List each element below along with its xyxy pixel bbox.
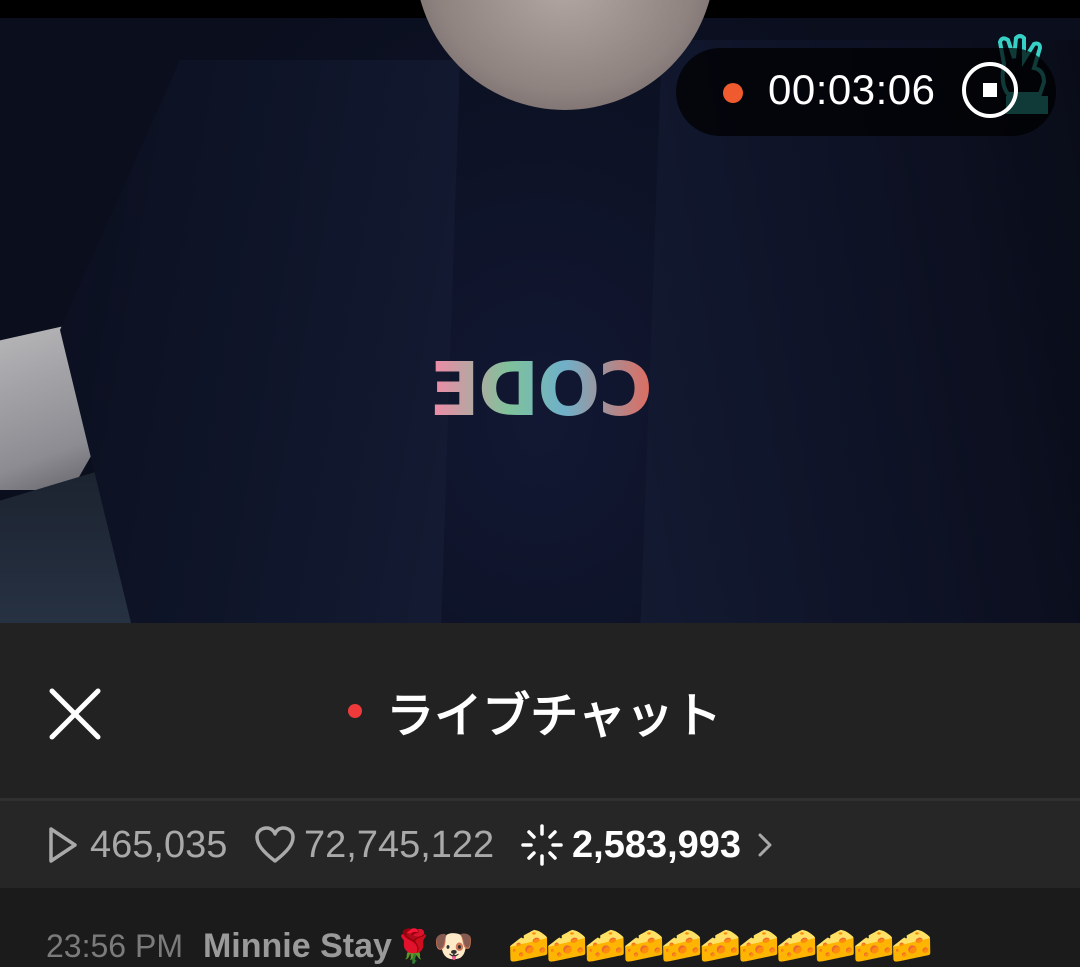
heart-icon	[255, 826, 295, 863]
jacket-left	[60, 60, 460, 623]
chevron-right-icon	[758, 833, 772, 857]
username-emoji: 🌹🐶	[393, 928, 474, 964]
recording-dot-icon	[723, 83, 743, 103]
chat-message-list[interactable]: 23:56 PM Minnie Stay 🌹🐶 🧀🧀🧀🧀🧀🧀🧀🧀🧀🧀🧀	[0, 888, 1080, 967]
plays-stat: 465,035	[46, 821, 227, 869]
plays-count: 465,035	[90, 823, 228, 866]
sparkle-icon	[521, 824, 563, 866]
chat-title: ライブチャット	[386, 688, 722, 744]
live-dot-icon	[348, 704, 363, 718]
sparkles-stat[interactable]: 2,583,993	[520, 821, 775, 869]
message-text: 🧀🧀🧀🧀🧀🧀🧀🧀🧀🧀🧀	[507, 927, 934, 965]
chat-message: 23:56 PM Minnie Stay 🌹🐶 🧀🧀🧀🧀🧀🧀🧀🧀🧀🧀🧀	[46, 926, 934, 966]
chat-title-group: ライブチャット	[0, 681, 1080, 744]
message-time: 23:56 PM	[46, 927, 183, 964]
likes-stat: 72,745,122	[254, 821, 494, 869]
chat-header: ライブチャット	[0, 623, 1080, 799]
play-icon	[49, 827, 77, 863]
sparkles-count: 2,583,993	[572, 823, 742, 866]
stats-bar: 465,035 72,745,122 2,583,993	[0, 801, 1080, 888]
stop-recording-button[interactable]	[962, 62, 1018, 118]
shirt-print: CODE	[431, 347, 653, 433]
likes-count: 72,745,122	[304, 823, 495, 866]
recording-indicator: 00:03:06	[676, 48, 1056, 136]
message-username[interactable]: Minnie Stay	[203, 927, 392, 966]
video-player[interactable]: CODE 00:03:06	[0, 0, 1080, 623]
recording-timer: 00:03:06	[768, 66, 936, 113]
